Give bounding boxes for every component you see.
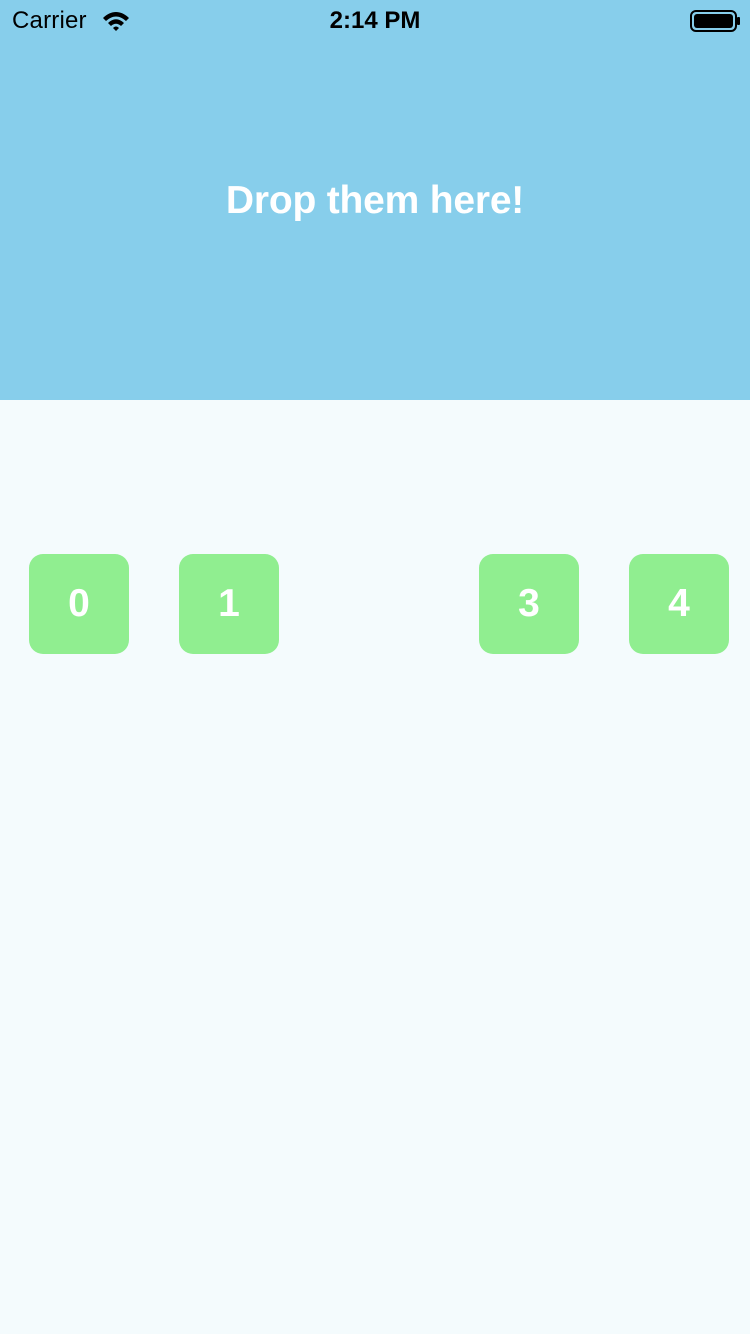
drop-zone-title: Drop them here! xyxy=(225,179,525,222)
draggable-tile-4[interactable]: 4 xyxy=(629,554,729,654)
status-bar: Carrier 2:14 PM xyxy=(0,0,750,40)
drop-zone[interactable]: Drop them here! xyxy=(0,0,750,400)
battery-icon xyxy=(690,9,742,33)
status-time: 2:14 PM xyxy=(329,7,421,34)
draggable-tile-3[interactable]: 3 xyxy=(479,554,579,654)
draggable-tile-0[interactable]: 0 xyxy=(29,554,129,654)
draggable-tile-1[interactable]: 1 xyxy=(179,554,279,654)
